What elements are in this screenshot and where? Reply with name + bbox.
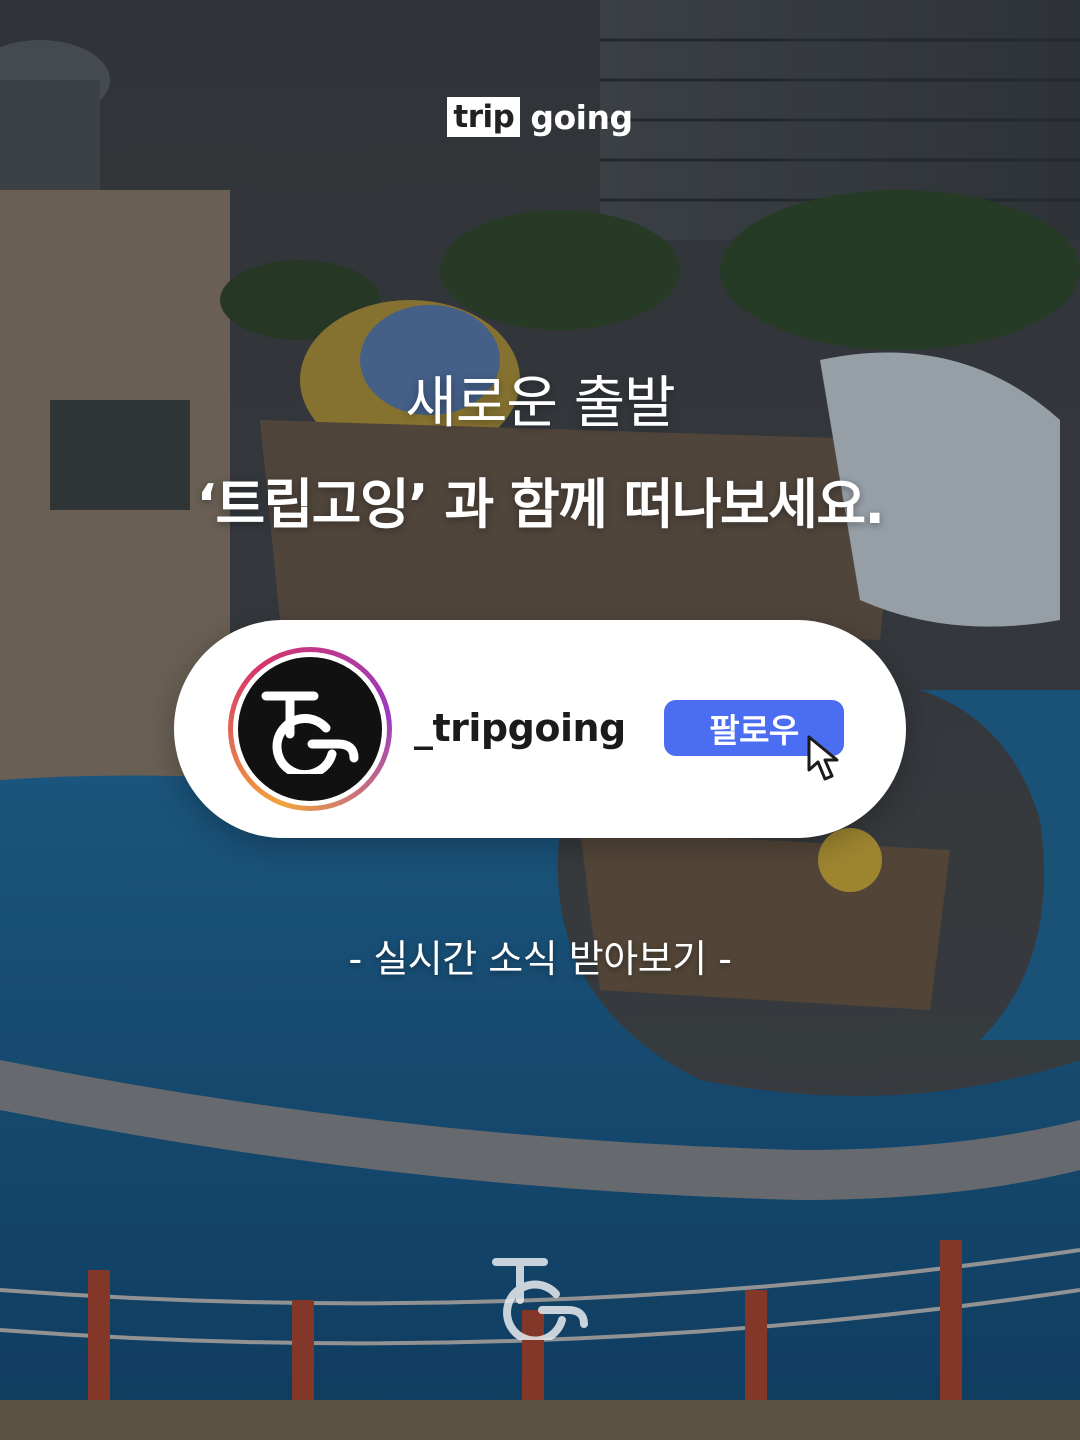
realtime-news-caption: - 실시간 소식 받아보기 - [348,937,732,981]
headline-line-2: ‘트립고잉’ 과 함께 떠나보세요. [196,473,885,536]
brand-going-label: going [530,97,633,137]
watermark-logo-icon [492,1258,588,1340]
tripgoing-logo-icon [261,691,359,774]
profile-follow-card: _tripgoing 팔로우 [174,620,906,838]
avatar [238,657,382,801]
avatar-story-ring[interactable] [228,647,392,811]
headline-line-1: 새로운 출발 [405,371,675,436]
avatar-ring-gap [233,652,387,806]
brand-trip-label: trip [447,97,521,137]
profile-username[interactable]: _tripgoing [414,706,626,750]
brand-logo: trip going [0,97,1080,137]
story-canvas: trip going 새로운 출발 ‘트립고잉’ 과 함께 떠나보세요. _tr… [0,0,1080,1440]
mouse-pointer-icon [807,735,839,781]
